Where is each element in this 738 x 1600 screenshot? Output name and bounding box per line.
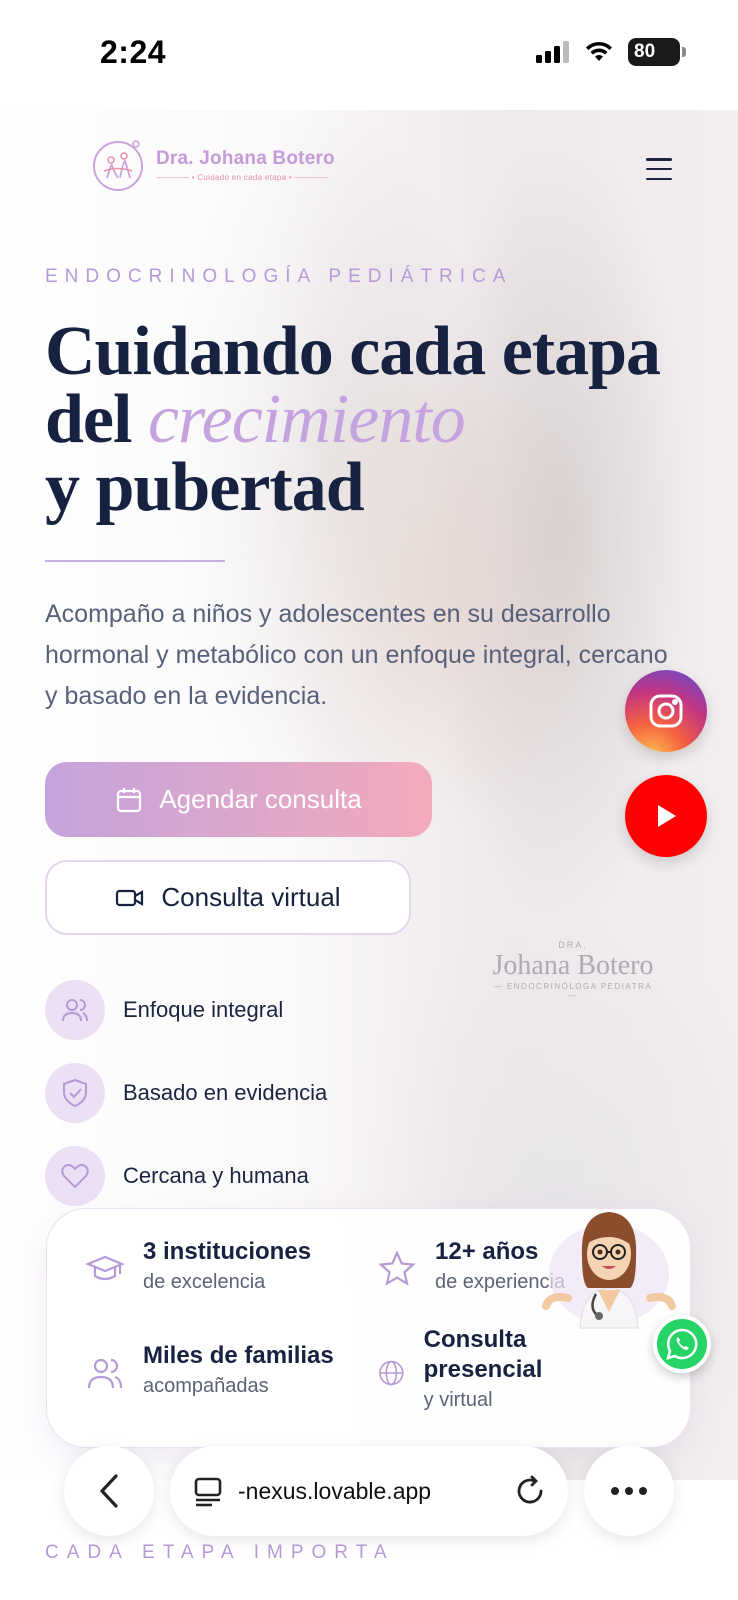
feature-item: Cercana y humana [45,1146,327,1206]
star-icon [378,1250,416,1286]
browser-toolbar: -nexus.lovable.app [0,1446,738,1546]
instagram-icon [649,694,683,728]
browser-url: -nexus.lovable.app [238,1477,432,1504]
hero-lead: Acompaño a niños y adolescentes en su de… [45,600,668,710]
feature-list: Enfoque integral Basado en evidencia Cer… [45,980,327,1229]
logo-mark-icon [93,140,143,191]
whatsapp-icon [666,1328,698,1360]
wifi-icon [586,41,612,61]
brand-tagline: ———— • Cuidado en cada etapa • ———— [156,173,328,182]
graduation-cap-icon [85,1255,125,1281]
book-appointment-button[interactable]: Agendar consulta [45,762,432,837]
browser-more-button[interactable] [584,1446,674,1536]
video-camera-icon [116,889,144,906]
feature-item: Enfoque integral [45,980,327,1040]
virtual-consult-button[interactable]: Consulta virtual [45,860,411,935]
browser-address-bar[interactable]: -nexus.lovable.app [170,1446,568,1536]
battery-indicator: 80 [628,38,686,66]
shield-check-icon [63,1078,87,1108]
status-icons: 80 [536,38,686,66]
hamburger-menu-button[interactable] [646,158,672,180]
doctor-avatar[interactable] [540,1204,678,1329]
stat-item: 12+ años de experiencia [377,1237,565,1297]
brand-name: Dra. Johana Botero [156,148,335,169]
next-section-eyebrow: CADA ETAPA IMPORTA [45,1542,395,1563]
play-icon [658,805,676,827]
calendar-icon [117,787,142,812]
users-icon [62,999,88,1022]
users-icon [87,1358,123,1389]
globe-icon [379,1360,404,1386]
headline-divider [45,560,225,562]
site-logo[interactable]: Dra. Johana Botero ———— • Cuidado en cad… [90,138,335,192]
reload-icon[interactable] [514,1475,546,1507]
hero-headline: Cuidando cada etapa del crecimiento y pu… [45,313,661,526]
status-time: 2:24 [100,34,167,70]
stat-item: Miles de familias acompañadas [85,1341,334,1401]
more-dots-icon [611,1487,619,1495]
stat-item: 3 instituciones de excelencia [85,1237,311,1297]
coat-embroidery: DRA. Johana Botero — ENDOCRINÓLOGA PEDIA… [492,940,654,1000]
headline-accent: crecimiento [147,381,466,458]
stat-item: Consulta presencial y virtual [377,1325,587,1415]
browser-back-button[interactable] [64,1446,154,1536]
feature-item: Basado en evidencia [45,1063,327,1123]
reader-mode-icon [194,1477,222,1507]
status-bar: 2:24 80 [0,0,738,110]
youtube-button[interactable] [625,775,707,857]
chevron-left-icon [100,1474,118,1508]
heart-icon [61,1164,89,1189]
hero-eyebrow: ENDOCRINOLOGÍA PEDIÁTRICA [45,266,513,287]
whatsapp-button[interactable] [653,1315,711,1373]
instagram-button[interactable] [625,670,707,752]
signal-icon [536,41,569,63]
